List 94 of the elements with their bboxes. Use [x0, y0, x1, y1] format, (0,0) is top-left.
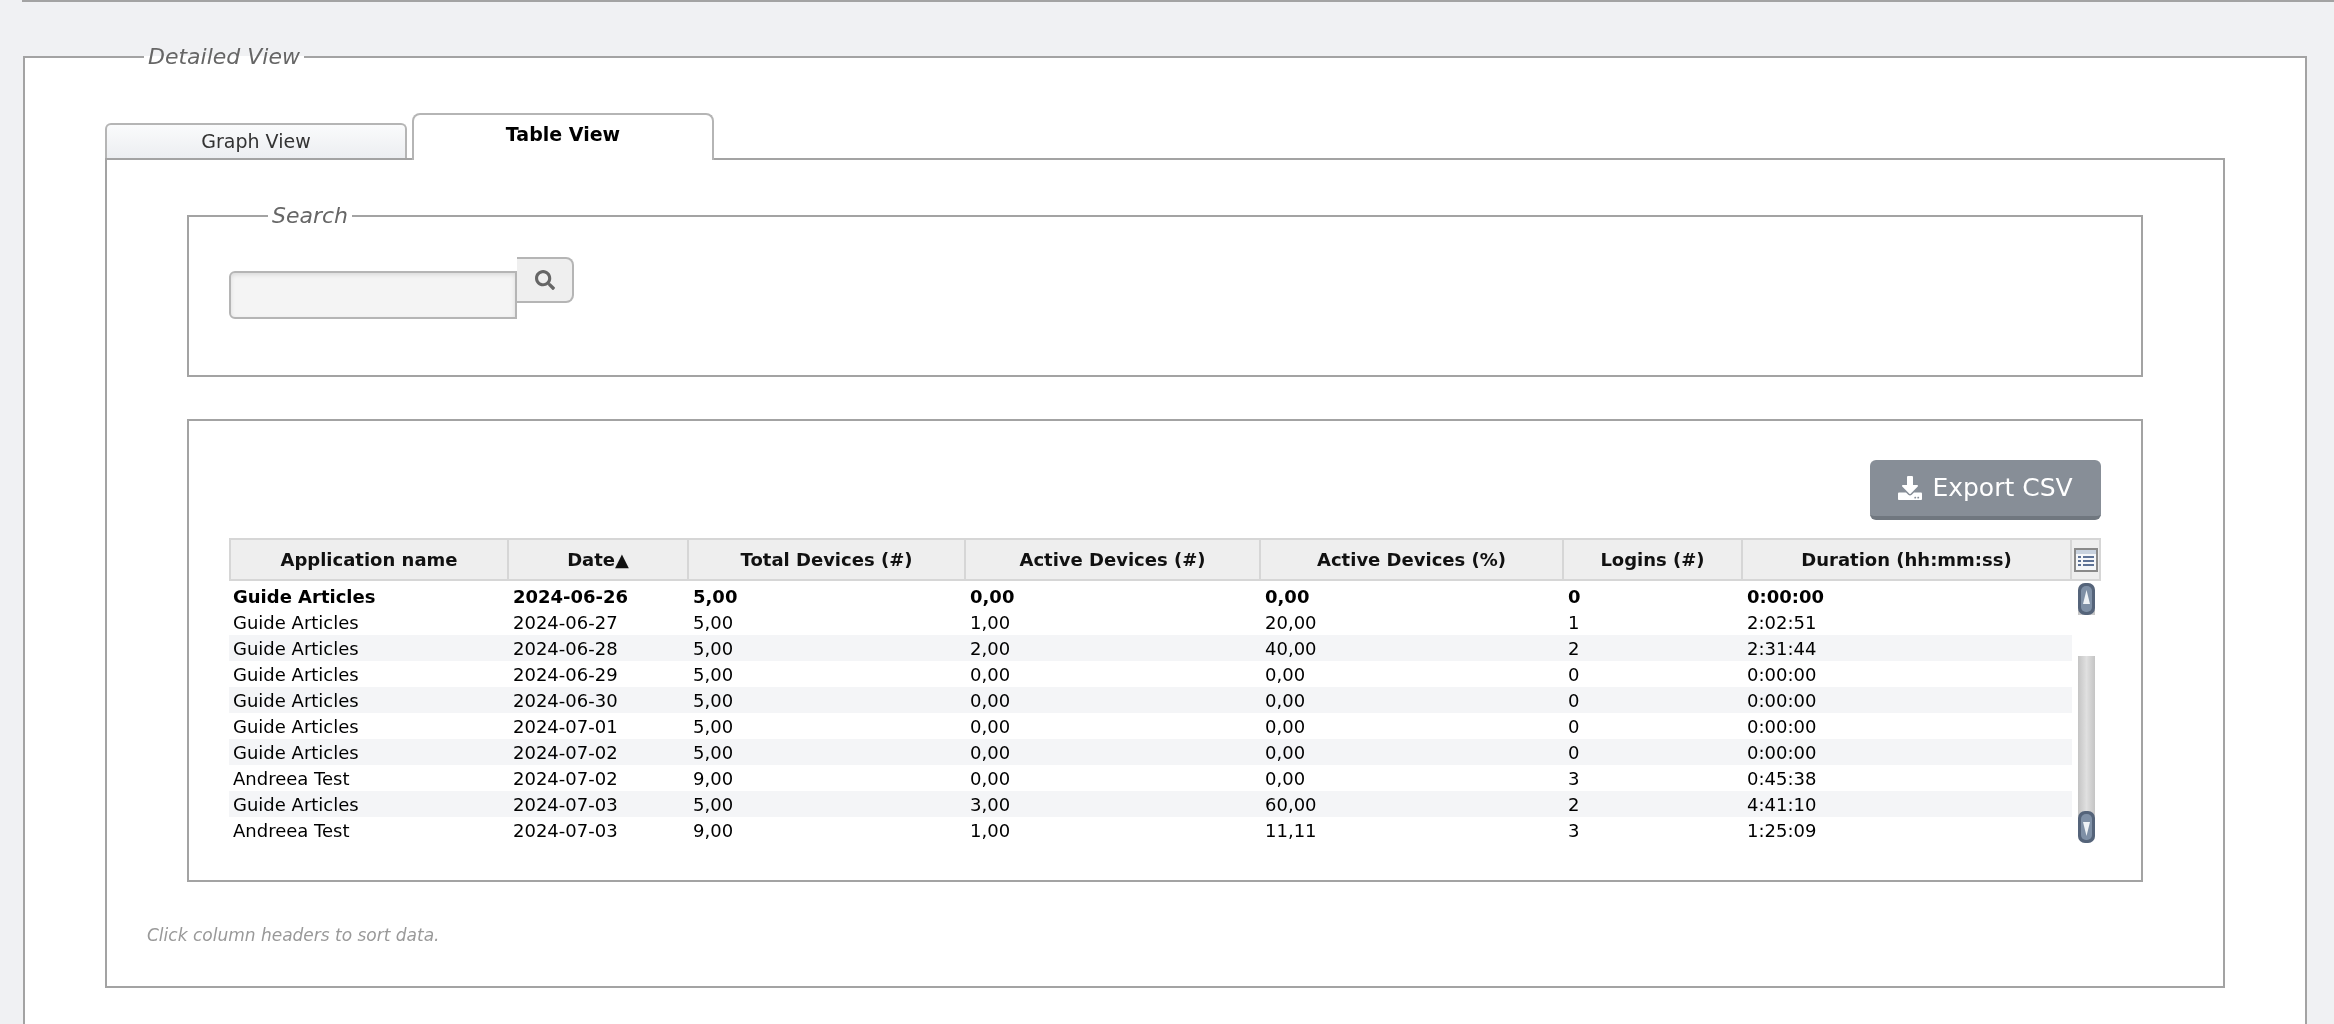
table-cell-text: Guide Articles [232, 741, 360, 765]
table-cell-text: 0 [1567, 585, 1582, 609]
table-cell-text: Andreea Test [232, 767, 351, 791]
table-row[interactable]: Guide Articles 2024-06-28 5,00 2,00 40,00 2 2:31:44 [229, 635, 2072, 661]
table-cell-text: Guide Articles [232, 715, 360, 739]
table-cell-text: 1,00 [969, 819, 1012, 843]
table-cell-text: 2024-06-30 [512, 689, 619, 713]
table-cell-text: 5,00 [692, 637, 735, 661]
table-cell-text: 2:02:51 [1746, 611, 1818, 635]
table-cell-text: Guide Articles [232, 689, 360, 713]
table-cell-text: 2024-07-03 [512, 793, 619, 817]
table-row[interactable]: Guide Articles 2024-07-02 5,00 0,00 0,00 0 0:00:00 [229, 739, 2072, 765]
table-row[interactable]: Guide Articles 2024-07-03 5,00 3,00 60,00 2 4:41:10 [229, 791, 2072, 817]
table-cell-text: 0:00:00 [1746, 663, 1818, 687]
table-cell-text: 0,00 [1264, 585, 1311, 609]
table-cell-text: 0:00:00 [1746, 585, 1826, 609]
table-cell-text: 0:00:00 [1746, 689, 1818, 713]
table-row[interactable]: Guide Articles 2024-06-30 5,00 0,00 0,00 0 0:00:00 [229, 687, 2072, 713]
column-header[interactable]: Active Devices (%) [1259, 540, 1562, 579]
table-cell-text: 2024-06-26 [512, 585, 630, 609]
panel-title: Detailed View [147, 44, 301, 70]
table-cell-text: 0,00 [969, 767, 1012, 791]
table-cell-text: 5,00 [692, 585, 739, 609]
table-cell-text: 9,00 [692, 767, 735, 791]
table-cell-text: 2024-06-28 [512, 637, 619, 661]
tab[interactable]: Graph View [105, 123, 407, 158]
table-cell-text: 5,00 [692, 663, 735, 687]
table-cell-text: Andreea Test [232, 819, 351, 843]
table-cell-text: 5,00 [692, 793, 735, 817]
column-header[interactable]: Total Devices (#) [687, 540, 964, 579]
table-cell-text: 9,00 [692, 819, 735, 843]
table-cell-text: 4:41:10 [1746, 793, 1818, 817]
table-cell-text: 2024-07-03 [512, 819, 619, 843]
table-cell-text: 60,00 [1264, 793, 1318, 817]
table-cell-text: Guide Articles [232, 663, 360, 687]
search-field[interactable] [229, 271, 517, 319]
table-cell-text: 5,00 [692, 715, 735, 739]
table-cell-text: 40,00 [1264, 637, 1318, 661]
table-cell-text: 1 [1567, 611, 1581, 635]
scroll-down-arrow-icon[interactable] [2078, 811, 2095, 843]
column-header[interactable]: Duration (hh:mm:ss) [1741, 540, 2070, 579]
table-cell-text: 0,00 [1264, 741, 1307, 765]
table-cell-text: 0:00:00 [1746, 741, 1818, 765]
table-cell-text: 0,00 [1264, 689, 1307, 713]
table-cell-text: 0,00 [1264, 663, 1307, 687]
table-cell-text: 5,00 [692, 741, 735, 765]
table-cell-text: 3 [1567, 767, 1581, 791]
table-cell-text: 0,00 [1264, 767, 1307, 791]
table-cell-text: 2024-07-02 [512, 741, 619, 765]
table-cell-text: 3 [1567, 819, 1581, 843]
table-cell-text: 2 [1567, 793, 1581, 817]
table-cell-text: 20,00 [1264, 611, 1318, 635]
table-cell-text: 0:45:38 [1746, 767, 1818, 791]
table-cell-text: 2,00 [969, 637, 1012, 661]
table-cell-text: Guide Articles [232, 611, 360, 635]
table-cell-text: 0 [1567, 689, 1581, 713]
search-title: Search [271, 203, 350, 229]
column-header[interactable]: Application name [231, 540, 507, 579]
table-cell-text: 0,00 [969, 663, 1012, 687]
table-cell-text: 2024-07-01 [512, 715, 619, 739]
table-cell-text: 0,00 [969, 585, 1016, 609]
table-cell-text: Guide Articles [232, 585, 377, 609]
table-cell-text: 2024-06-29 [512, 663, 619, 687]
search-icon [534, 270, 555, 290]
column-picker-icon[interactable] [2073, 547, 2098, 572]
scrollbar-track[interactable] [2078, 583, 2095, 843]
table-cell-text: 0,00 [1264, 715, 1307, 739]
column-header[interactable]: Active Devices (#) [964, 540, 1259, 579]
table-cell-text: 0 [1567, 741, 1581, 765]
table-cell-text: Guide Articles [232, 637, 360, 661]
table-cell-text: 11,11 [1264, 819, 1318, 843]
search-button[interactable] [517, 257, 574, 303]
table-cell-text: 1:25:09 [1746, 819, 1818, 843]
table-cell-text: 2:31:44 [1746, 637, 1818, 661]
table-cell-text: 5,00 [692, 689, 735, 713]
table-cell-text: 5,00 [692, 611, 735, 635]
table-cell-text: 0,00 [969, 715, 1012, 739]
table-cell-text: Guide Articles [232, 793, 360, 817]
table-cell-text: 2024-06-27 [512, 611, 619, 635]
table-cell-text: 0 [1567, 715, 1581, 739]
table-cell-text: 2024-07-02 [512, 767, 619, 791]
column-header[interactable]: Date▲ [507, 540, 687, 579]
table-cell-text: 1,00 [969, 611, 1012, 635]
table-cell-text: 3,00 [969, 793, 1012, 817]
download-icon [1898, 476, 1923, 500]
column-header[interactable]: Logins (#) [1562, 540, 1741, 579]
table-cell-text: 0,00 [969, 741, 1012, 765]
tab[interactable]: Table View [412, 113, 714, 160]
scroll-up-arrow-icon[interactable] [2078, 583, 2095, 615]
table-cell-text: 2 [1567, 637, 1581, 661]
table-cell-text: 0 [1567, 663, 1581, 687]
table-cell-text: 0,00 [969, 689, 1012, 713]
table-cell-text: 0:00:00 [1746, 715, 1818, 739]
sort-hint: Click column headers to sort data. [147, 925, 441, 946]
